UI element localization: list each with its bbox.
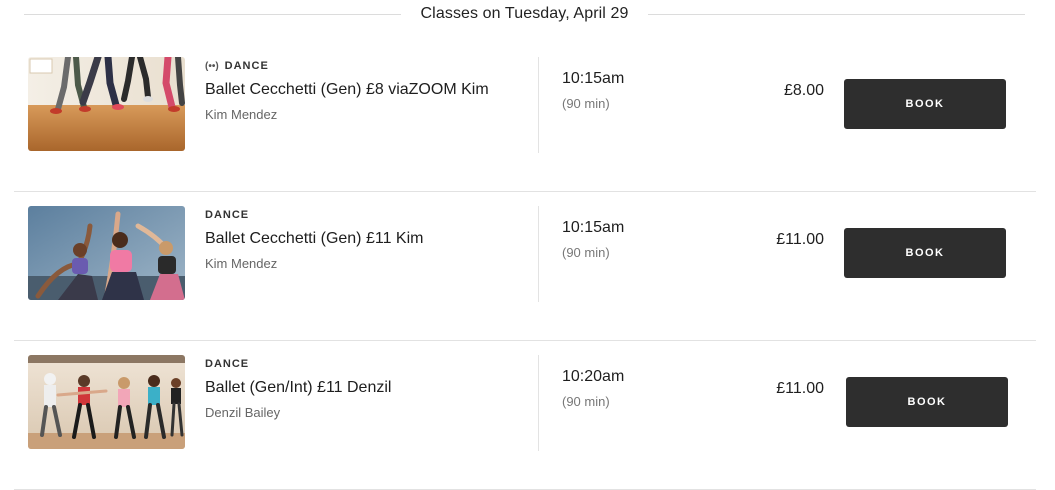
- class-row: DANCE Ballet Cecchetti (Gen) £11 Kim Kim…: [14, 193, 1036, 341]
- class-duration: (90 min): [562, 394, 610, 409]
- category-label: DANCE: [205, 358, 250, 370]
- class-row: (••) DANCE Ballet Cecchetti (Gen) £8 via…: [14, 44, 1036, 192]
- class-name[interactable]: Ballet Cecchetti (Gen) £8 viaZOOM Kim: [205, 81, 525, 99]
- row-divider: [14, 191, 1036, 192]
- class-duration: (90 min): [562, 245, 610, 260]
- instructor-name[interactable]: Kim Mendez: [205, 256, 525, 271]
- class-time: 10:15am: [562, 219, 625, 236]
- column-divider: [538, 206, 539, 302]
- column-divider: [538, 57, 539, 153]
- book-button[interactable]: BOOK: [844, 228, 1006, 278]
- class-category: DANCE: [205, 208, 525, 222]
- class-category: (••) DANCE: [205, 59, 525, 73]
- book-button[interactable]: BOOK: [844, 79, 1006, 129]
- class-info: (••) DANCE Ballet Cecchetti (Gen) £8 via…: [205, 59, 525, 122]
- day-header: Classes on Tuesday, April 29: [24, 0, 1026, 28]
- class-price: £11.00: [776, 380, 824, 397]
- class-thumbnail[interactable]: [28, 355, 185, 449]
- header-rule-left: [24, 13, 401, 15]
- class-price: £11.00: [776, 231, 824, 248]
- day-title: Classes on Tuesday, April 29: [420, 5, 629, 22]
- class-info: DANCE Ballet (Gen/Int) £11 Denzil Denzil…: [205, 357, 525, 420]
- livestream-icon: (••): [205, 60, 219, 72]
- class-name[interactable]: Ballet (Gen/Int) £11 Denzil: [205, 379, 525, 397]
- class-name[interactable]: Ballet Cecchetti (Gen) £11 Kim: [205, 230, 525, 248]
- class-row: DANCE Ballet (Gen/Int) £11 Denzil Denzil…: [14, 342, 1036, 490]
- class-category: DANCE: [205, 357, 525, 371]
- header-rule-right: [648, 13, 1026, 15]
- class-time: 10:15am: [562, 70, 625, 87]
- instructor-name[interactable]: Denzil Bailey: [205, 405, 525, 420]
- category-label: DANCE: [224, 60, 269, 72]
- category-label: DANCE: [205, 209, 250, 221]
- class-thumbnail[interactable]: [28, 206, 185, 300]
- row-divider: [14, 340, 1036, 341]
- class-thumbnail[interactable]: [28, 57, 185, 151]
- book-button[interactable]: BOOK: [846, 377, 1008, 427]
- class-info: DANCE Ballet Cecchetti (Gen) £11 Kim Kim…: [205, 208, 525, 271]
- instructor-name[interactable]: Kim Mendez: [205, 107, 525, 122]
- class-price: £8.00: [783, 82, 824, 99]
- class-time: 10:20am: [562, 368, 625, 385]
- column-divider: [538, 355, 539, 451]
- class-duration: (90 min): [562, 96, 610, 111]
